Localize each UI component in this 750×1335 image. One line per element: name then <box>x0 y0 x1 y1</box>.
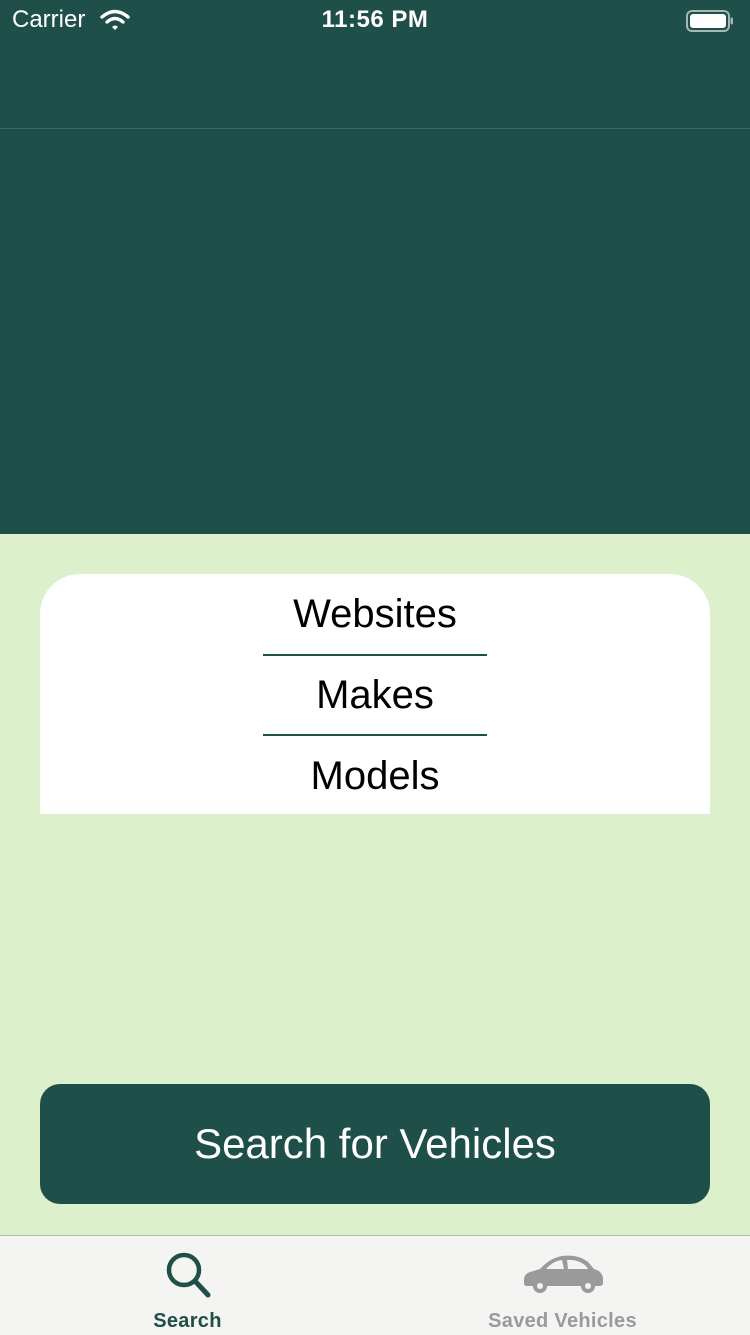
search-vehicles-button[interactable]: Search for Vehicles <box>40 1084 710 1204</box>
filter-card: Websites Makes Models <box>40 574 710 814</box>
header-banner <box>0 129 750 534</box>
tab-saved-vehicles[interactable]: Saved Vehicles <box>375 1236 750 1335</box>
status-bar: Carrier 11:56 PM <box>0 0 750 40</box>
tab-search[interactable]: Search <box>0 1236 375 1335</box>
filter-models[interactable]: Models <box>40 736 710 816</box>
battery-icon <box>686 10 734 32</box>
navigation-bar <box>0 40 750 129</box>
filter-websites-label: Websites <box>293 591 457 636</box>
tab-search-label: Search <box>153 1310 222 1332</box>
filter-websites[interactable]: Websites <box>40 574 710 654</box>
car-icon <box>520 1250 606 1301</box>
filter-makes[interactable]: Makes <box>40 655 710 735</box>
tab-bar: Search Saved Vehicles <box>0 1235 750 1335</box>
filter-models-label: Models <box>310 753 440 798</box>
status-time: 11:56 PM <box>321 6 429 33</box>
filter-makes-label: Makes <box>316 672 434 717</box>
tab-saved-vehicles-label: Saved Vehicles <box>488 1310 637 1332</box>
search-icon <box>164 1250 212 1305</box>
